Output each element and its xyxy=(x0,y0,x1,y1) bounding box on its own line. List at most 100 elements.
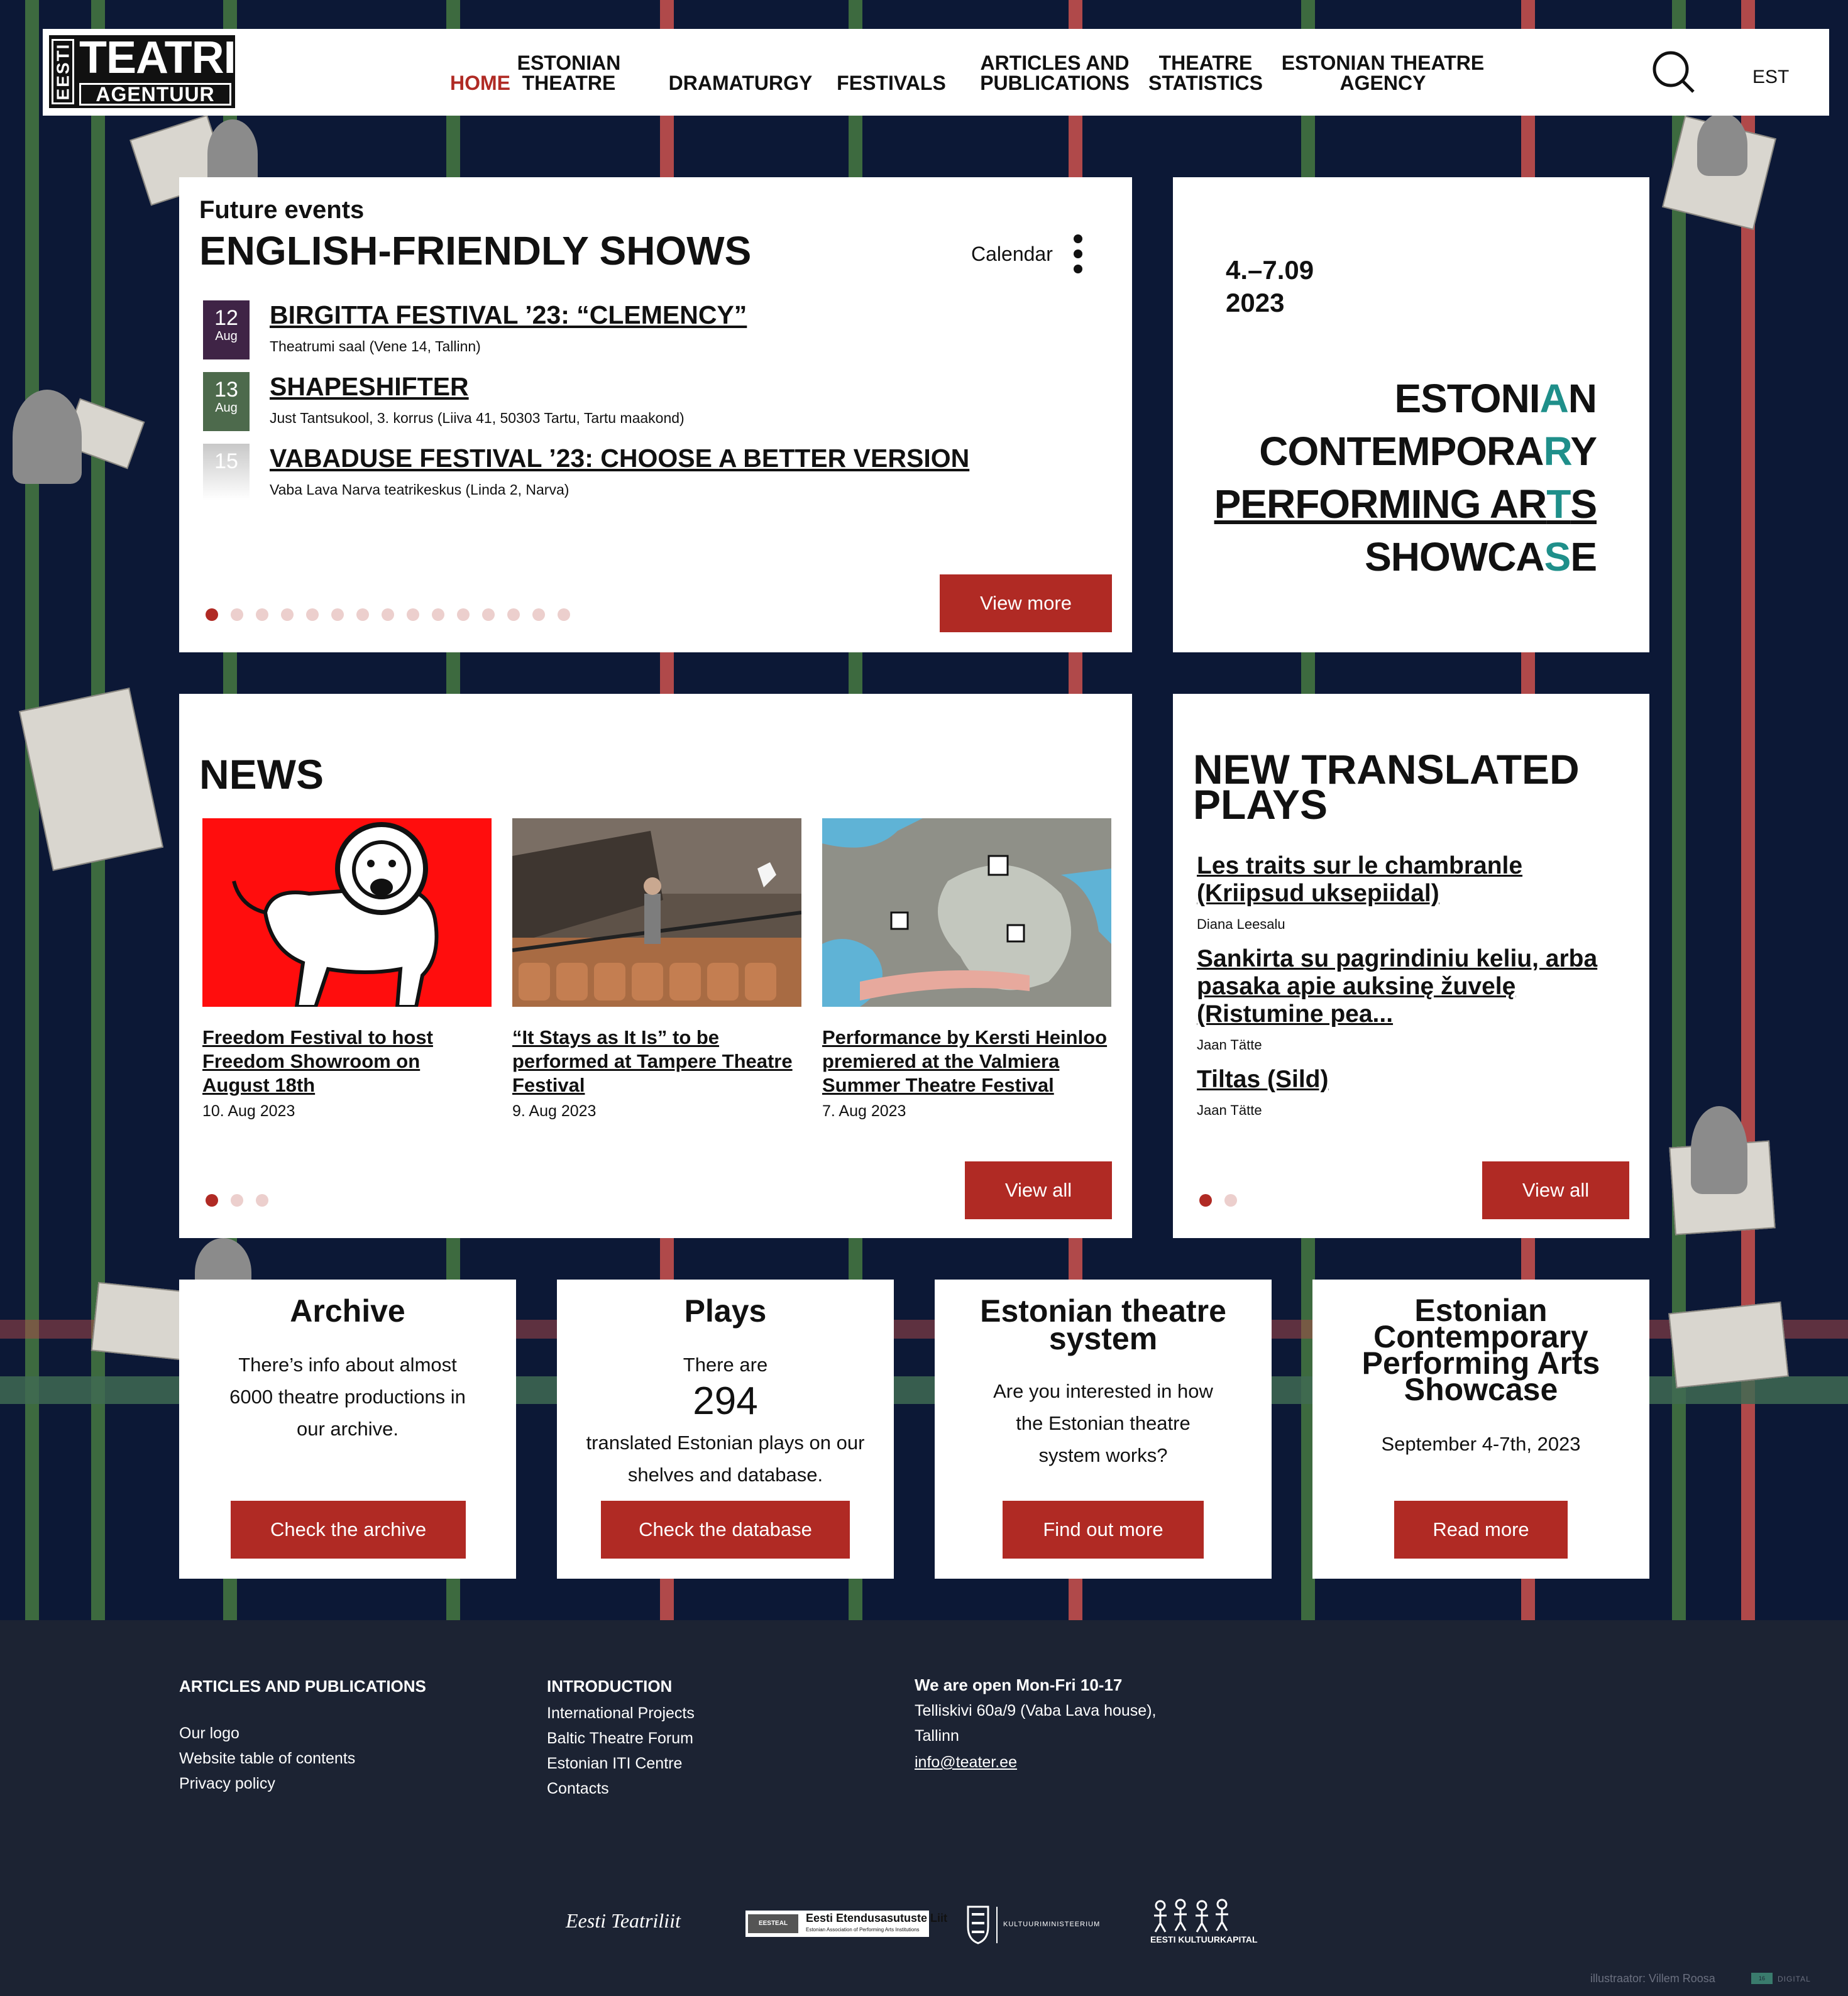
footer-link[interactable]: International Projects xyxy=(547,1701,695,1726)
footer-link[interactable]: Contacts xyxy=(547,1776,609,1801)
search-icon[interactable] xyxy=(1651,49,1696,94)
read-more-button[interactable]: Read more xyxy=(1394,1501,1568,1559)
digital-badge-icon: 16 xyxy=(1751,1973,1773,1984)
news-card: NEWS Freedom Festival to host Freedom Sh… xyxy=(179,694,1132,1238)
showcase-year: 2023 xyxy=(1226,288,1285,317)
pagination-dot[interactable] xyxy=(532,608,545,621)
showcase-dates: 4.–7.09 xyxy=(1226,255,1314,285)
event-day: 12 xyxy=(214,306,238,330)
news-view-all-button[interactable]: View all xyxy=(965,1161,1112,1219)
plays-box: Plays There are 294 translated Estonian … xyxy=(557,1280,894,1579)
pagination-dot[interactable] xyxy=(382,608,394,621)
events-pagination xyxy=(206,608,570,621)
eetal-logo[interactable]: EESTEAL Eesti Etendusasutuste Liit Eston… xyxy=(745,1911,947,1937)
event-date-badge: 15 xyxy=(203,444,250,500)
archive-text: There’s info about almost 6000 theatre p… xyxy=(229,1354,466,1440)
translated-play-link[interactable]: Tiltas (Sild) xyxy=(1197,1066,1631,1094)
footer-link[interactable]: Privacy policy xyxy=(179,1771,275,1796)
logo-agentuur-text: AGENTUUR xyxy=(79,83,231,106)
news-date: 7. Aug 2023 xyxy=(822,1102,906,1120)
pagination-dot[interactable] xyxy=(306,608,319,621)
plays-count: 294 xyxy=(693,1379,758,1423)
calendar-link[interactable]: Calendar xyxy=(971,243,1053,266)
pagination-dot[interactable] xyxy=(432,608,444,621)
footer-opening-hours: We are open Mon-Fri 10-17 xyxy=(915,1675,1123,1694)
news-heading: NEWS xyxy=(199,751,324,798)
pagination-dot[interactable] xyxy=(558,608,570,621)
eesti-teatriliit-logo[interactable]: Eesti Teatriliit xyxy=(566,1909,681,1933)
nav-dramaturgy[interactable]: DRAMATURGY xyxy=(646,73,835,93)
nav-theatre-statistics[interactable]: THEATRE STATISTICS xyxy=(1136,53,1275,93)
showcase-line: CONTEMPORARY xyxy=(1259,429,1597,474)
event-month: Aug xyxy=(215,329,238,343)
news-image-lion[interactable] xyxy=(202,818,492,1007)
translated-play-author: Diana Leesalu xyxy=(1197,916,1285,932)
event-title-link[interactable]: BIRGITTA FESTIVAL ’23: “CLEMENCY” xyxy=(270,300,747,330)
footer-link[interactable]: Baltic Theatre Forum xyxy=(547,1726,693,1751)
footer-link[interactable]: Estonian ITI Centre xyxy=(547,1751,682,1776)
translated-view-all-button[interactable]: View all xyxy=(1482,1161,1629,1219)
teatri-agentuur-logo[interactable]: EESTI TEATRI AGENTUUR xyxy=(49,35,236,108)
nav-estonian-theatre-agency[interactable]: ESTONIAN THEATRE AGENCY xyxy=(1276,53,1490,93)
footer-address-line: Telliskivi 60a/9 (Vaba Lava house), xyxy=(915,1702,1157,1719)
nav-festivals[interactable]: FESTIVALS xyxy=(816,73,967,93)
pagination-dot[interactable] xyxy=(231,1194,243,1207)
ministry-of-culture-logo[interactable]: KULTUURIMINISTEERIUM xyxy=(1003,1921,1100,1928)
news-title-link[interactable]: Freedom Festival to host Freedom Showroo… xyxy=(202,1026,492,1097)
view-more-button[interactable]: View more xyxy=(940,574,1112,632)
showcase-line: PERFORMING ARTS xyxy=(1214,481,1597,527)
nav-estonian-theatre[interactable]: ESTONIAN THEATRE xyxy=(497,53,641,93)
footer-link[interactable]: Website table of contents xyxy=(179,1746,355,1771)
pagination-dot[interactable] xyxy=(457,608,470,621)
find-out-more-button[interactable]: Find out more xyxy=(1003,1501,1204,1559)
kultuurkapital-logo[interactable]: EESTI KULTUURKAPITAL xyxy=(1150,1934,1258,1944)
news-image-theatre[interactable] xyxy=(512,818,801,1007)
archive-box: Archive There’s info about almost 6000 t… xyxy=(179,1280,516,1579)
pagination-dot[interactable] xyxy=(206,608,218,621)
footer-introduction-heading[interactable]: INTRODUCTION xyxy=(547,1677,672,1696)
news-image-map[interactable] xyxy=(822,818,1111,1007)
showcase-line: SHOWCASE xyxy=(1365,534,1597,579)
pagination-dot[interactable] xyxy=(256,608,268,621)
pagination-dot[interactable] xyxy=(256,1194,268,1207)
digital-agency-logo[interactable]: DIGITAL xyxy=(1778,1975,1811,1983)
news-date: 10. Aug 2023 xyxy=(202,1102,295,1120)
logo-eesti-box: EESTI xyxy=(52,39,74,104)
news-title-link[interactable]: “It Stays as It Is” to be performed at T… xyxy=(512,1026,801,1097)
events-title: ENGLISH-FRIENDLY SHOWS xyxy=(199,228,752,273)
event-date-badge: 12 Aug xyxy=(203,300,250,359)
check-database-button[interactable]: Check the database xyxy=(601,1501,850,1559)
pagination-dot[interactable] xyxy=(281,608,294,621)
language-switch[interactable]: EST xyxy=(1752,67,1789,88)
pagination-dot[interactable] xyxy=(356,608,369,621)
ministry-divider xyxy=(996,1907,998,1943)
news-title-link[interactable]: Performance by Kersti Heinloo premiered … xyxy=(822,1026,1111,1097)
pagination-dot[interactable] xyxy=(1199,1194,1212,1207)
footer-link[interactable]: Our logo xyxy=(179,1721,239,1746)
pagination-dot[interactable] xyxy=(331,608,344,621)
nav-articles-and-publications[interactable]: ARTICLES AND PUBLICATIONS xyxy=(960,53,1149,93)
theatre-system-box: Estonian theatre system Are you interest… xyxy=(935,1280,1272,1579)
site-footer: ARTICLES AND PUBLICATIONS Our logo Websi… xyxy=(0,1620,1848,1996)
pagination-dot[interactable] xyxy=(1224,1194,1237,1207)
translated-play-link[interactable]: Les traits sur le chambranle (Kriipsud u… xyxy=(1197,852,1631,908)
event-place: Theatrumi saal (Vene 14, Tallinn) xyxy=(270,338,481,354)
check-archive-button[interactable]: Check the archive xyxy=(231,1501,466,1559)
event-place: Vaba Lava Narva teatrikeskus (Linda 2, N… xyxy=(270,481,569,498)
event-title-link[interactable]: VABADUSE FESTIVAL ’23: CHOOSE A BETTER V… xyxy=(270,444,969,473)
showcase-title: ESTONIAN CONTEMPORARY PERFORMING ARTS SH… xyxy=(1214,372,1597,583)
eetal-logo-subtext: Estonian Association of Performing Arts … xyxy=(806,1927,920,1933)
theatre-system-text: Are you interested in how the Estonian t… xyxy=(993,1380,1213,1466)
more-vertical-icon[interactable] xyxy=(1072,234,1084,274)
translated-play-link[interactable]: Sankirta su pagrindiniu keliu, arba pasa… xyxy=(1197,945,1631,1028)
footer-email-link[interactable]: info@teater.ee xyxy=(915,1750,1017,1775)
pagination-dot[interactable] xyxy=(482,608,495,621)
footer-articles-heading[interactable]: ARTICLES AND PUBLICATIONS xyxy=(179,1677,426,1696)
pagination-dot[interactable] xyxy=(507,608,520,621)
eetal-logo-mark: EESTEAL xyxy=(748,1914,798,1933)
pagination-dot[interactable] xyxy=(231,608,243,621)
pagination-dot[interactable] xyxy=(407,608,419,621)
event-title-link[interactable]: SHAPESHIFTER xyxy=(270,372,469,402)
pagination-dot[interactable] xyxy=(206,1194,218,1207)
showcase-banner[interactable]: 4.–7.09 2023 ESTONIAN CONTEMPORARY PERFO… xyxy=(1173,177,1649,652)
